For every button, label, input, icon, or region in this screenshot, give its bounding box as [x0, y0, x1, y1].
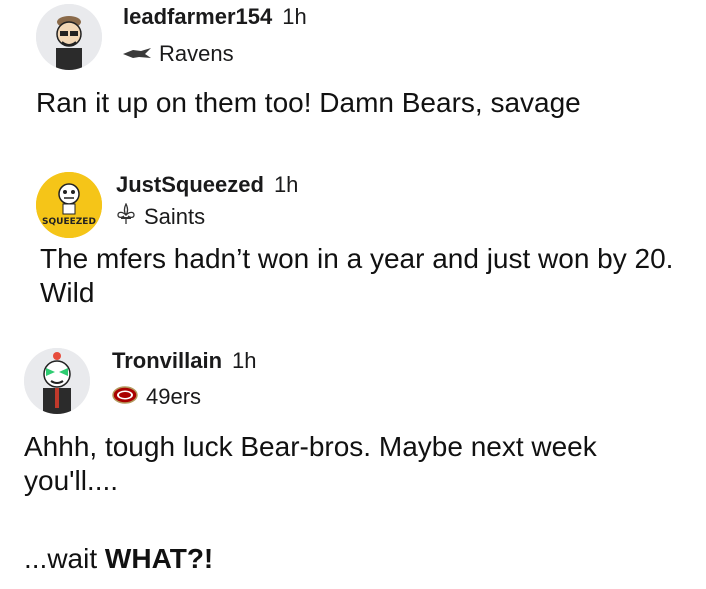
comment-text-segment: ...wait — [24, 543, 105, 574]
avatar-image — [24, 348, 90, 414]
user-flair: Ravens — [123, 41, 234, 67]
username[interactable]: Tronvillain — [112, 348, 222, 373]
timestamp: 1h — [282, 4, 307, 29]
flair-label: 49ers — [146, 384, 202, 409]
49ers-logo-icon — [112, 384, 138, 410]
timestamp: 1h — [273, 172, 299, 197]
comment-text-line: you'll.... — [24, 465, 119, 496]
user-avatar[interactable] — [36, 4, 102, 70]
comment-text-emphasis: WHAT?! — [104, 543, 214, 574]
comment-text-line: Wild — [40, 277, 95, 308]
avatar-image: SQUEEZED — [36, 172, 102, 238]
user-flair: Saints — [116, 202, 206, 231]
avatar-image — [36, 4, 102, 70]
raven-icon — [123, 41, 151, 67]
username[interactable]: JustSqueezed — [116, 172, 264, 197]
username[interactable]: leadfarmer154 — [123, 4, 272, 29]
comment-3: Tronvillain 1h 49ers Ahhh, tough luck Bea… — [0, 342, 706, 589]
comment-2: SQUEEZED JustSqueezed 1h Saints The mfers… — [0, 166, 706, 316]
avatar-logo-text: SQUEEZED — [42, 217, 96, 227]
comment-text: Ran it up on them too! Damn Bears, savag… — [36, 87, 581, 118]
timestamp: 1h — [232, 348, 257, 373]
comment-1: leadfarmer154 1h Ravens Ran it up on them… — [0, 0, 706, 130]
comment-text-line: Ahhh, tough luck Bear-bros. Maybe next w… — [24, 431, 597, 462]
comment-text: The mfers hadn’t won in a year and just … — [40, 242, 673, 310]
user-flair: 49ers — [112, 384, 201, 410]
comment-text-line: The mfers hadn’t won in a year and just … — [40, 243, 674, 274]
flair-label: Ravens — [159, 41, 234, 66]
flair-label: Saints — [144, 204, 206, 229]
user-avatar[interactable]: SQUEEZED — [36, 172, 102, 238]
comment-text-line: ...wait WHAT?! — [24, 542, 597, 576]
user-avatar[interactable] — [24, 348, 90, 414]
comment-text: Ahhh, tough luck Bear-bros. Maybe next w… — [24, 430, 597, 576]
fleur-de-lis-icon — [116, 202, 136, 231]
